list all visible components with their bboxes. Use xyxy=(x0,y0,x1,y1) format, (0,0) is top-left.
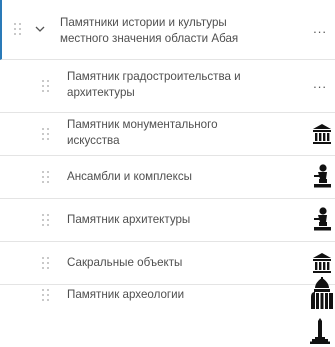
layer-item-row[interactable]: Памятник градостроительства и архитектур… xyxy=(0,60,335,113)
layer-item-row[interactable]: Памятник археологии xyxy=(0,277,335,315)
more-options-icon[interactable]: ... xyxy=(313,77,327,90)
layer-item-label: Памятник монументального искусства xyxy=(67,117,218,149)
layer-item-row[interactable]: Сакральные объекты xyxy=(0,242,335,285)
layer-item-label-line1: Памятник монументального xyxy=(67,118,218,131)
layer-item-label: Памятник археологии xyxy=(67,287,184,303)
layer-group-label-line1: Памятники истории и культуры xyxy=(60,16,227,29)
layer-item-label: Памятник архитектуры xyxy=(67,212,190,228)
drag-handle-icon[interactable] xyxy=(42,214,49,227)
more-options-icon[interactable]: ... xyxy=(313,22,327,35)
drag-handle-icon[interactable] xyxy=(14,23,21,36)
layer-item-label-line2: искусства xyxy=(67,134,120,147)
layer-item-label: Сакральные объекты xyxy=(67,255,182,271)
museum-building-icon xyxy=(312,252,332,276)
layer-item-label-line1: Ансамбли и комплексы xyxy=(67,170,192,183)
layer-item-label: Ансамбли и комплексы xyxy=(67,169,192,185)
layer-item-row[interactable]: Ансамбли и комплексы xyxy=(0,156,335,199)
museum-building-icon xyxy=(312,123,332,147)
layer-item-row[interactable]: Памятник монументального искусства xyxy=(0,113,335,156)
layer-list-panel: Памятники истории и культуры местного зн… xyxy=(0,0,335,347)
drag-handle-icon[interactable] xyxy=(42,128,49,141)
obelisk-icon xyxy=(309,318,331,344)
layer-group-label-line2: местного значения области Абая xyxy=(60,32,239,45)
layer-item-label-line1: Памятник градостроительства и xyxy=(67,70,241,83)
layer-group-label: Памятники истории и культуры местного зн… xyxy=(60,15,238,47)
layer-item-label-line1: Сакральные объекты xyxy=(67,256,183,269)
layer-item-row[interactable]: Памятник архитектуры xyxy=(0,199,335,242)
layer-item-label: Памятник градостроительства и архитектур… xyxy=(67,69,241,101)
layer-group-row[interactable]: Памятники истории и культуры местного зн… xyxy=(0,0,335,60)
archaeology-dome-icon xyxy=(310,277,334,309)
layer-item-label-line1: Памятник археологии xyxy=(67,288,185,301)
layer-item-label-line1: Памятник архитектуры xyxy=(67,213,191,226)
layer-item-label-line2: архитектуры xyxy=(67,86,135,99)
drag-handle-icon[interactable] xyxy=(42,171,49,184)
monument-statue-icon xyxy=(312,206,332,231)
drag-handle-icon[interactable] xyxy=(42,289,49,302)
drag-handle-icon[interactable] xyxy=(42,80,49,93)
chevron-down-icon[interactable] xyxy=(35,25,45,33)
drag-handle-icon[interactable] xyxy=(42,257,49,270)
monument-statue-icon xyxy=(312,163,332,188)
